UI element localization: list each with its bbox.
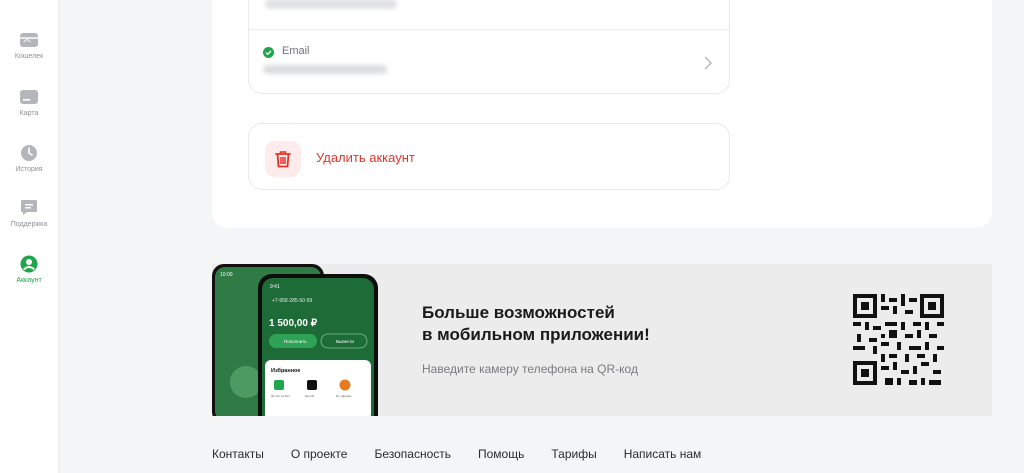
clock-icon: [19, 143, 39, 163]
email-label: Email: [282, 45, 310, 57]
phone-topup-label: Пополнить: [284, 339, 307, 344]
sidebar-item-label: Карта: [19, 110, 39, 117]
contacts-box: Email: [248, 0, 730, 94]
back-phone-time: 10:00: [220, 272, 233, 278]
app-promo-banner: 10:00 9:41 +7-958-285-50-59 1 500,00 ₽ П…: [212, 264, 992, 416]
sidebar: Кошелек Карта История Поддержка Аккаунт: [0, 0, 59, 473]
footer-link-write-us[interactable]: Написать нам: [624, 447, 702, 463]
delete-account-label: Удалить аккаунт: [316, 150, 415, 165]
sidebar-item-label: Поддержка: [10, 221, 48, 228]
trash-icon-wrap: [265, 141, 301, 177]
email-row[interactable]: Email: [249, 30, 729, 94]
promo-title-line1: Больше возможностей: [422, 303, 615, 322]
sidebar-item-card[interactable]: Карта: [0, 87, 58, 117]
sidebar-item-wallet[interactable]: Кошелек: [0, 30, 58, 60]
phone-favorites-title: Избранное: [271, 367, 300, 374]
promo-title-line2: в мобильном приложении!: [422, 325, 650, 344]
sidebar-item-label: Аккаунт: [16, 277, 42, 284]
phone-balance: 1 500,00 ₽: [269, 318, 318, 329]
phone-fav-2: На СЭ: [305, 394, 315, 398]
sidebar-item-account[interactable]: Аккаунт: [0, 254, 58, 284]
sidebar-item-support[interactable]: Поддержка: [0, 198, 58, 228]
phones-illustration: 10:00 9:41 +7-958-285-50-59 1 500,00 ₽ П…: [212, 264, 378, 416]
qr-code: [853, 294, 944, 385]
user-icon: [19, 254, 39, 274]
promo-title: Больше возможностей в мобильном приложен…: [422, 302, 650, 346]
sidebar-item-label: Кошелек: [14, 53, 44, 60]
check-icon: [263, 47, 274, 58]
chat-icon: [19, 198, 39, 218]
trash-icon: [275, 151, 291, 168]
phone-fav-1: За чёт ча Тип: [271, 394, 290, 398]
sidebar-item-label: История: [15, 166, 43, 173]
footer-link-about[interactable]: О проекте: [291, 447, 348, 463]
phone-account: +7-958-285-50-59: [272, 298, 312, 304]
footer-links: Контакты О проекте Безопасность Помощь Т…: [212, 447, 728, 463]
wallet-icon: [19, 30, 39, 50]
phone-fav-3: Из тарелки: [336, 394, 352, 398]
footer-link-contacts[interactable]: Контакты: [212, 447, 264, 463]
promo-subtitle: Наведите камеру телефона на QR-код: [422, 362, 638, 376]
sidebar-item-history[interactable]: История: [0, 143, 58, 173]
chevron-right-icon: [704, 56, 713, 70]
email-value-blurred: [263, 65, 387, 74]
phone-status-time: 9:41: [270, 284, 280, 290]
card-icon: [19, 87, 39, 107]
phone-withdraw-label: Вывести: [336, 339, 354, 344]
phone-value-blurred: [265, 0, 397, 9]
footer-link-tariffs[interactable]: Тарифы: [551, 447, 596, 463]
delete-account-button[interactable]: Удалить аккаунт: [248, 123, 730, 190]
footer-link-security[interactable]: Безопасность: [374, 447, 451, 463]
footer-link-help[interactable]: Помощь: [478, 447, 524, 463]
